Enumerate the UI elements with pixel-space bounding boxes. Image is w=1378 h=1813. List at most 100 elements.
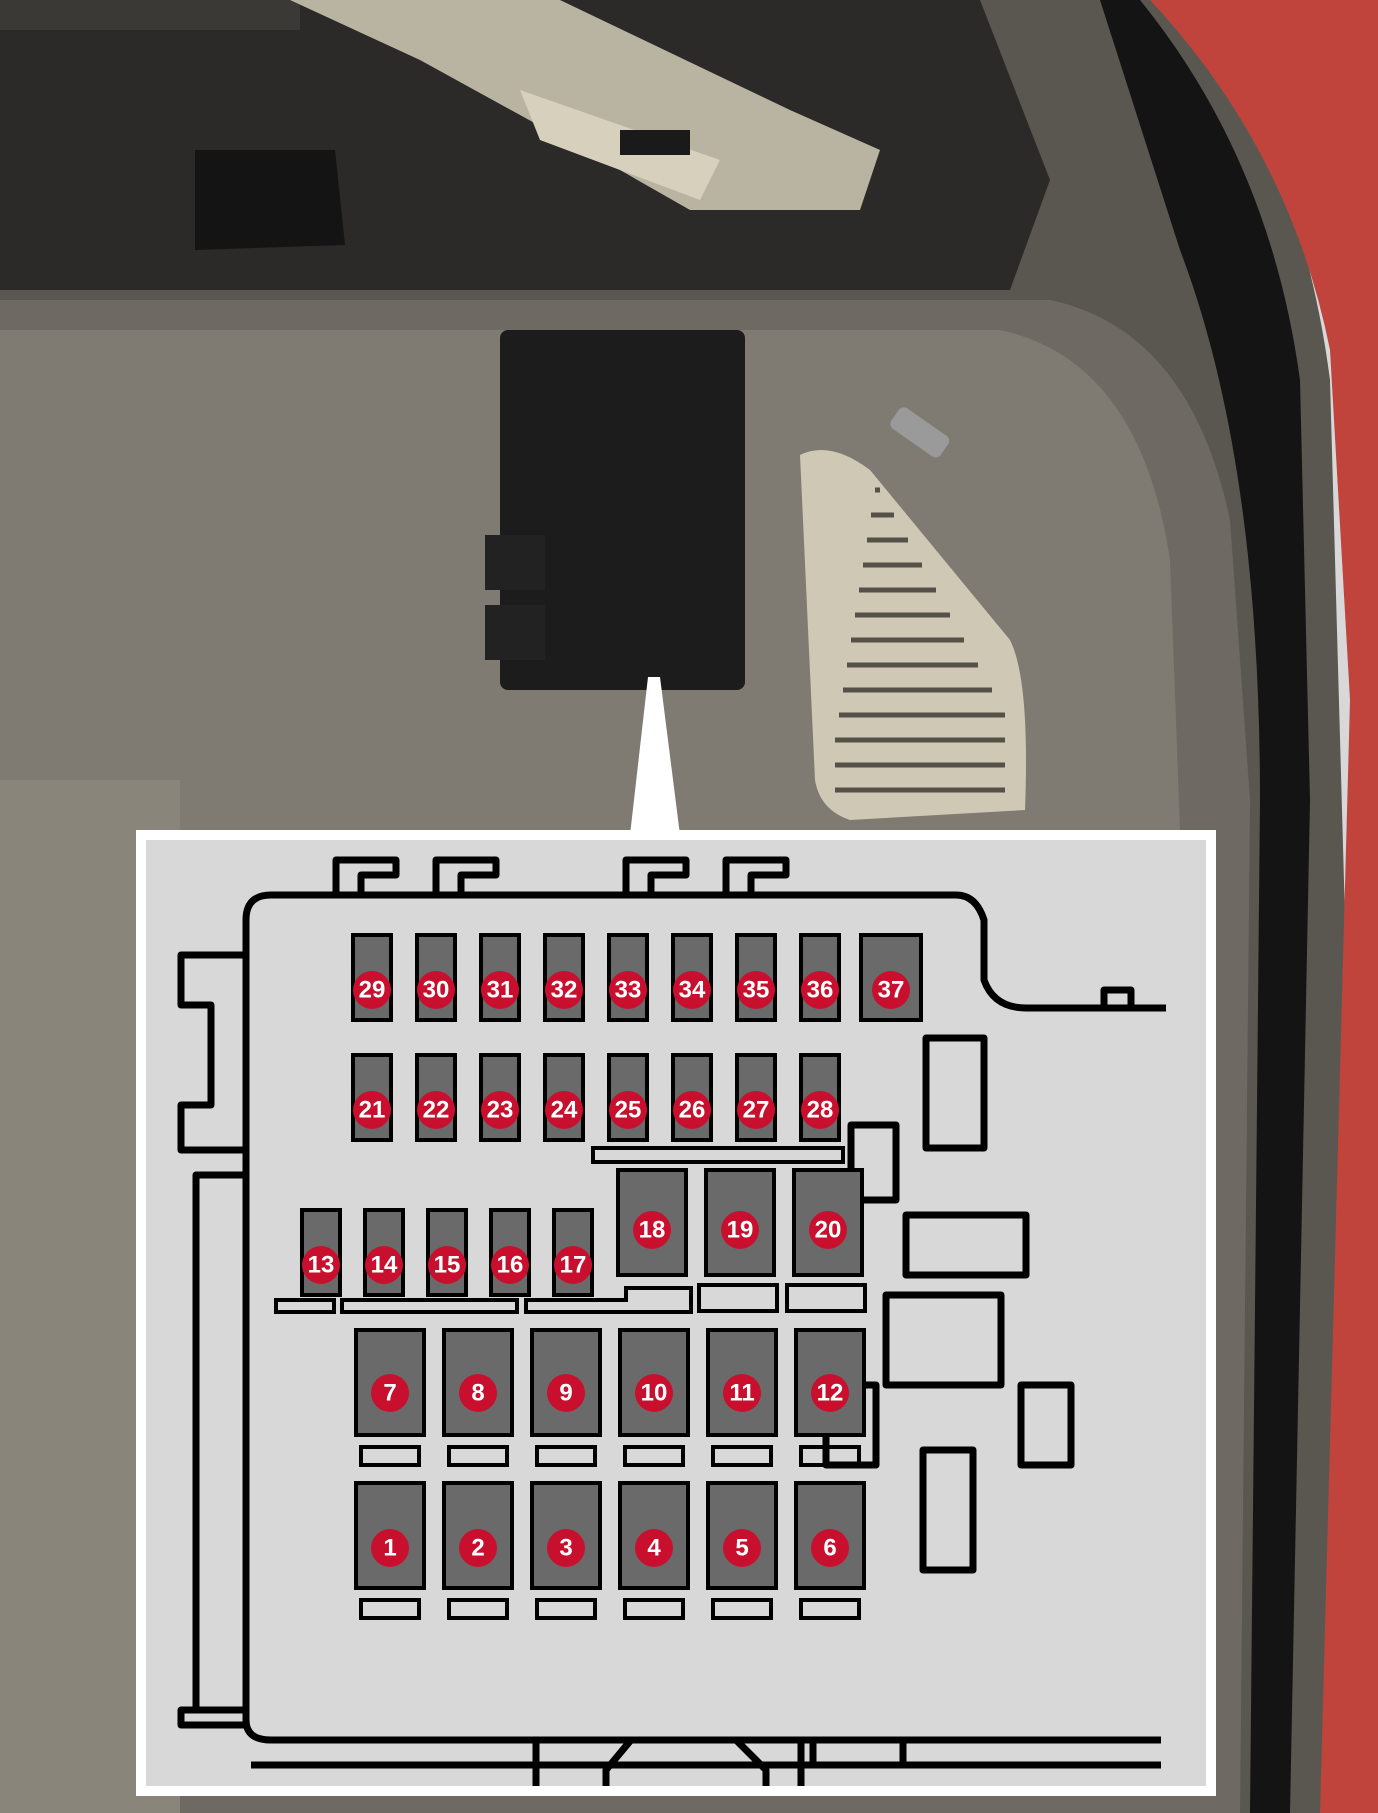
fuse-33: 33 — [607, 933, 649, 1022]
fuse-number: 3 — [559, 1535, 572, 1562]
fuse-17: 17 — [552, 1208, 594, 1297]
fuse-1: 1 — [354, 1481, 426, 1620]
fuse-number: 36 — [807, 977, 834, 1004]
component-relay-f — [1017, 1381, 1075, 1469]
fuse-number: 31 — [487, 977, 514, 1004]
fuse-13: 13 — [300, 1208, 342, 1297]
fuse-6: 6 — [794, 1481, 866, 1620]
fuse-number: 11 — [729, 1380, 754, 1407]
left-tab-1 — [177, 951, 246, 1154]
fuse-5: 5 — [706, 1481, 778, 1620]
fuse-28: 28 — [799, 1053, 841, 1142]
terminal-strip — [591, 1146, 845, 1164]
roof-edge — [0, 0, 300, 30]
fuse-number: 28 — [807, 1097, 834, 1124]
fuse-number: 15 — [434, 1252, 461, 1279]
fuse-layer: 29 30 31 32 33 34 35 36 3721 22 23 24 25 26 27 2813 14 15… — [274, 933, 923, 1620]
fuse-number: 7 — [383, 1380, 396, 1407]
top-tab-1 — [332, 856, 400, 895]
fuse-3: 3 — [530, 1481, 602, 1620]
fuse-18: 18 — [616, 1168, 688, 1277]
fuse-19: 19 — [704, 1168, 776, 1277]
fuse-36: 36 — [799, 933, 841, 1022]
fuse-16: 16 — [489, 1208, 531, 1297]
terminal-strip — [274, 1298, 336, 1314]
fuse-26: 26 — [671, 1053, 713, 1142]
fuse-number: 22 — [423, 1097, 450, 1124]
fuse-25: 25 — [607, 1053, 649, 1142]
top-tab-4 — [722, 856, 790, 895]
fuse-10: 10 — [618, 1328, 690, 1467]
fuse-diagram-panel: 29 30 31 32 33 34 35 36 37 21 22 23 24 25 26 27 28 13 14 15… — [136, 830, 1216, 1796]
fuse-number: 2 — [471, 1535, 484, 1562]
fuse-8: 8 — [442, 1328, 514, 1467]
fuse-number: 24 — [551, 1097, 578, 1124]
fuse-number: 8 — [471, 1380, 484, 1407]
fuse-number: 23 — [487, 1097, 514, 1124]
fuse-number: 12 — [817, 1380, 844, 1407]
fuse-12: 12 — [794, 1328, 866, 1467]
fuse-number: 33 — [615, 977, 642, 1004]
terminal-strip — [697, 1283, 779, 1313]
fuse-23: 23 — [479, 1053, 521, 1142]
top-tab-3 — [622, 856, 690, 895]
fuse-30: 30 — [415, 933, 457, 1022]
fuse-number: 16 — [497, 1252, 524, 1279]
fuse-number: 29 — [359, 977, 386, 1004]
fuse-terminal — [799, 1598, 861, 1620]
fuse-number: 32 — [551, 977, 578, 1004]
fuse-terminal — [623, 1598, 685, 1620]
component-relay-d — [882, 1291, 1005, 1389]
fuse-20: 20 — [792, 1168, 864, 1277]
fuse-terminal — [359, 1598, 421, 1620]
fuse-terminal — [447, 1598, 509, 1620]
trim-clip — [620, 130, 690, 155]
fuse-number: 20 — [815, 1217, 842, 1244]
fuse-7: 7 — [354, 1328, 426, 1467]
fuse-22: 22 — [415, 1053, 457, 1142]
left-rail — [192, 1171, 246, 1714]
fuse-37: 37 — [859, 933, 923, 1022]
fuse-number: 14 — [371, 1252, 398, 1279]
fuse-32: 32 — [543, 933, 585, 1022]
fuse-9: 9 — [530, 1328, 602, 1467]
fusebox-connector-1 — [485, 535, 545, 590]
terminal-strip — [785, 1283, 867, 1313]
fuse-35: 35 — [735, 933, 777, 1022]
fuse-terminal — [711, 1445, 773, 1467]
fuse-number: 25 — [615, 1097, 642, 1124]
component-relay-g — [919, 1446, 977, 1574]
fuse-14: 14 — [363, 1208, 405, 1297]
fuse-number: 18 — [639, 1217, 666, 1244]
fuse-number: 17 — [560, 1252, 587, 1279]
fuse-number: 35 — [743, 977, 770, 1004]
fuse-number: 19 — [727, 1217, 754, 1244]
bottom-clip-3 — [809, 1736, 907, 1769]
fuse-terminal — [535, 1598, 597, 1620]
fuse-24: 24 — [543, 1053, 585, 1142]
fuse-number: 1 — [383, 1535, 396, 1562]
fuse-diagram-background: 29 30 31 32 33 34 35 36 37 21 22 23 24 25 26 27 28 13 14 15… — [146, 840, 1206, 1786]
fuse-31: 31 — [479, 933, 521, 1022]
component-relay-c — [902, 1211, 1030, 1279]
terminal-strip — [524, 1286, 693, 1314]
fuse-number: 9 — [559, 1380, 572, 1407]
fuse-number: 26 — [679, 1097, 706, 1124]
fuse-34: 34 — [671, 933, 713, 1022]
fusebox-diagram: 29 30 31 32 33 34 35 36 3721 22 23 24 25 26 27 2813 14 15… — [177, 856, 1166, 1786]
fuse-27: 27 — [735, 1053, 777, 1142]
fuse-number: 21 — [359, 1097, 386, 1124]
fuse-number: 4 — [647, 1535, 661, 1562]
fuse-number: 30 — [423, 977, 450, 1004]
fuse-4: 4 — [618, 1481, 690, 1620]
grab-handle-recess — [195, 150, 345, 250]
fuse-2: 2 — [442, 1481, 514, 1620]
fuse-number: 5 — [735, 1535, 748, 1562]
fuse-15: 15 — [426, 1208, 468, 1297]
component-relay-a — [922, 1034, 988, 1152]
fuse-11: 11 — [706, 1328, 778, 1467]
fuse-number: 27 — [743, 1097, 770, 1124]
fusebox-connector-2 — [485, 605, 545, 660]
top-tab-2 — [432, 856, 500, 895]
fuse-number: 10 — [641, 1380, 668, 1407]
